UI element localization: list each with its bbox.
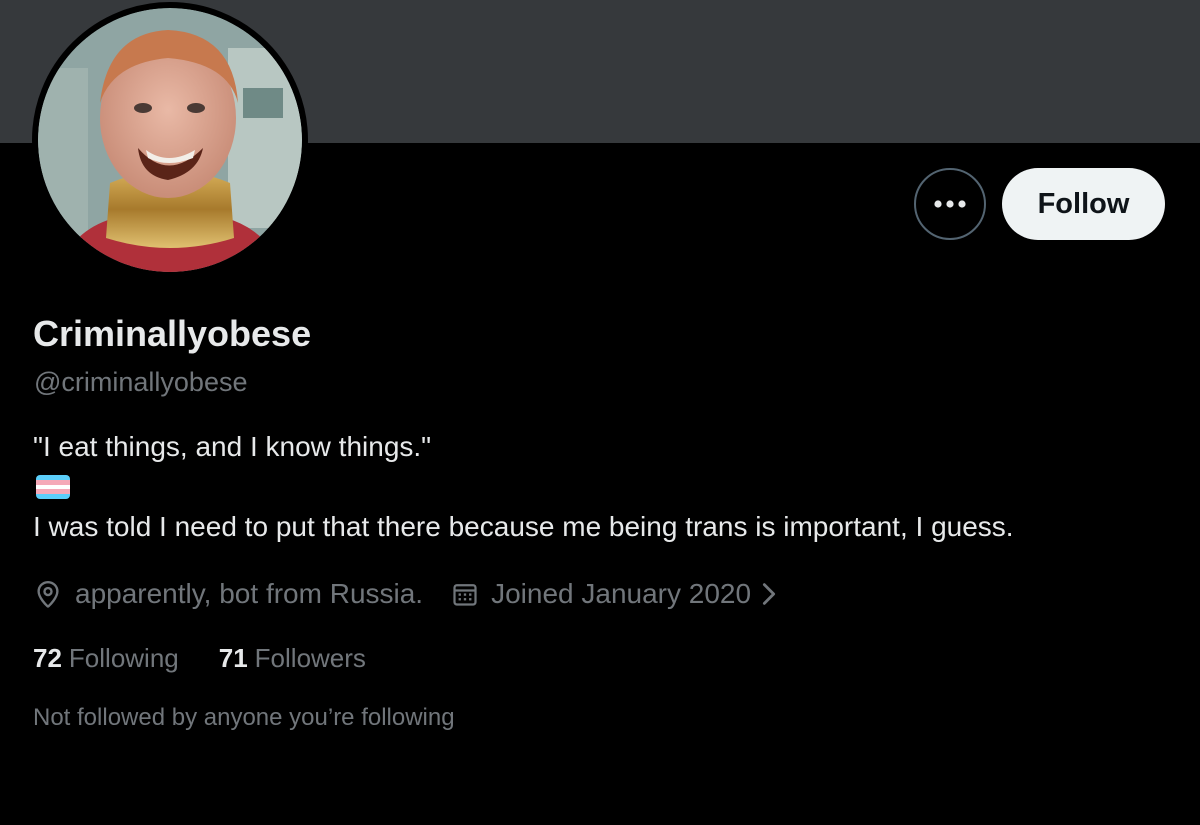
avatar-photo	[38, 8, 302, 272]
profile-page: Follow Criminallyobese @criminallyobese …	[0, 0, 1200, 825]
follow-button[interactable]: Follow	[1002, 168, 1165, 240]
transgender-flag-emoji	[36, 475, 70, 499]
location-item: apparently, bot from Russia.	[33, 578, 423, 610]
calendar-icon	[453, 584, 477, 606]
joined-date-link[interactable]: Joined January 2020	[451, 578, 779, 610]
mutual-followers-text: Not followed by anyone you’re following	[33, 704, 455, 731]
joined-date-text: Joined January 2020	[491, 578, 752, 609]
followers-label: Followers	[254, 643, 366, 673]
bio-line-explanation: I was told I need to put that there beca…	[33, 511, 1014, 542]
chevron-right-icon	[763, 583, 776, 605]
following-label: Following	[68, 643, 179, 673]
bio-line-quote: "I eat things, and I know things."	[33, 431, 432, 462]
followers-count: 71	[218, 643, 248, 673]
location-pin-icon	[37, 580, 59, 608]
display-name: Criminallyobese	[33, 313, 312, 354]
location-text: apparently, bot from Russia.	[75, 578, 424, 609]
following-count: 72	[33, 643, 62, 673]
followers-link[interactable]: 71 Followers	[219, 643, 366, 674]
more-horizontal-icon	[934, 200, 966, 208]
following-link[interactable]: 72 Following	[33, 643, 179, 674]
avatar[interactable]	[32, 2, 308, 278]
profile-meta: apparently, bot from Russia. Joined Janu…	[33, 574, 779, 614]
follow-stats: 72 Following 71 Followers	[33, 643, 366, 674]
user-handle: @criminallyobese	[34, 367, 248, 397]
more-options-button[interactable]	[914, 168, 986, 240]
